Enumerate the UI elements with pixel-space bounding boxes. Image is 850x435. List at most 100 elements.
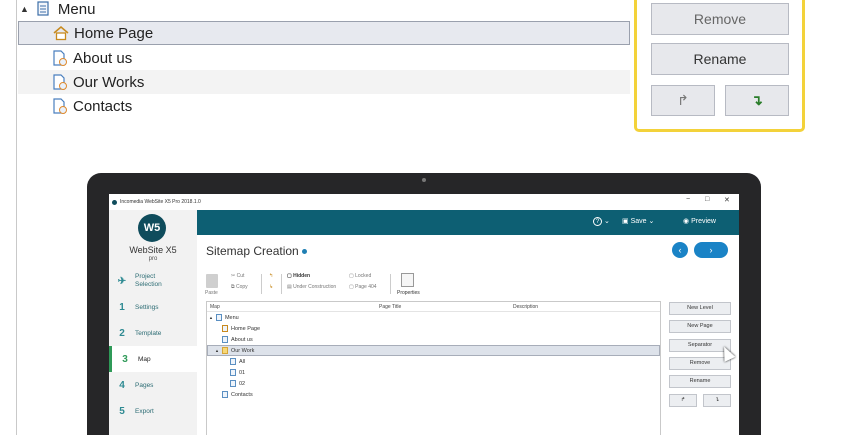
tree-label: All bbox=[239, 358, 246, 365]
tree-row-our-works[interactable]: Our Works bbox=[18, 70, 630, 94]
hidden-label: Hidden bbox=[293, 273, 311, 279]
screenshot-stage: ▲ Menu Home Page About us Our Works Cont… bbox=[0, 0, 850, 435]
tree-row-menu[interactable]: ▲ Menu bbox=[18, 0, 630, 21]
properties-button[interactable]: Properties bbox=[397, 290, 420, 296]
move-up-level-icon[interactable]: ↰ bbox=[269, 273, 273, 279]
tree-row-contacts[interactable]: Contacts bbox=[207, 389, 660, 400]
minimize-button[interactable]: − bbox=[686, 196, 690, 203]
move-up-button[interactable]: ↱ bbox=[669, 394, 697, 407]
tree-label: Menu bbox=[224, 314, 239, 321]
remove-button[interactable]: Remove bbox=[651, 3, 789, 35]
sidebar-item-label: Settings bbox=[135, 303, 159, 311]
map-toolbar: Paste ✂ Cut ⧉ Copy ↰ ↳ ▢ Hidden ▤ Under … bbox=[197, 270, 739, 300]
app-icon bbox=[112, 199, 117, 205]
sitemap-table: Map Page Title Description ▲ Menu Home Pa… bbox=[206, 301, 661, 435]
copy-button[interactable]: ⧉ Copy bbox=[231, 284, 248, 290]
page404-label: Page 404 bbox=[355, 284, 377, 290]
help-button[interactable]: ? ⌄ bbox=[593, 217, 610, 226]
close-button[interactable]: ✕ bbox=[724, 196, 730, 204]
new-level-button[interactable]: New Level bbox=[669, 302, 731, 315]
tree-label: 01 bbox=[239, 369, 246, 376]
tree-label-our-works: Our Works bbox=[73, 73, 145, 91]
page-globe-icon bbox=[52, 97, 68, 115]
move-down-button[interactable]: ↴ bbox=[703, 394, 731, 407]
hidden-button[interactable]: ▢ Hidden bbox=[287, 273, 310, 279]
toolbar-divider bbox=[390, 274, 391, 294]
page-globe-icon bbox=[52, 73, 68, 91]
sidebar-item-template[interactable]: 2 Template bbox=[109, 320, 197, 346]
tree-label: 02 bbox=[239, 380, 246, 387]
save-icon: ▣ bbox=[622, 218, 629, 225]
folder-icon bbox=[221, 347, 228, 354]
toolbar-divider bbox=[281, 274, 282, 294]
rename-button[interactable]: Rename bbox=[669, 375, 731, 388]
rocket-icon: ✈ bbox=[117, 275, 127, 287]
new-page-button[interactable]: New Page bbox=[669, 320, 731, 333]
sidebar-item-export[interactable]: 5 Export bbox=[109, 398, 197, 424]
save-button[interactable]: ▣ Save ⌄ bbox=[622, 217, 654, 225]
copy-label: Copy bbox=[235, 284, 248, 290]
help-icon: ? bbox=[593, 217, 602, 226]
laptop-frame: Incomedia WebSite X5 Pro 2018.1.0 − □ ✕ … bbox=[87, 173, 761, 435]
step-number: 1 bbox=[119, 301, 125, 313]
page404-button[interactable]: ▢ Page 404 bbox=[349, 284, 377, 290]
tree-row-menu[interactable]: ▲ Menu bbox=[207, 312, 660, 323]
sidebar-item-settings[interactable]: 1 Settings bbox=[109, 294, 197, 320]
table-header: Map Page Title Description bbox=[207, 302, 660, 312]
column-header-description: Description bbox=[513, 304, 539, 310]
tree-row-about-us[interactable]: About us bbox=[207, 334, 660, 345]
properties-icon bbox=[401, 273, 414, 287]
menu-folder-icon bbox=[37, 0, 53, 18]
back-button[interactable]: ‹ bbox=[672, 242, 688, 258]
camera-dot bbox=[422, 178, 426, 182]
sidebar-item-label: Map bbox=[138, 355, 151, 363]
page-globe-icon bbox=[222, 336, 228, 343]
logo: W5 bbox=[138, 214, 166, 242]
window-title: Incomedia WebSite X5 Pro 2018.1.0 bbox=[120, 199, 201, 205]
remove-button[interactable]: Remove bbox=[669, 357, 731, 370]
menu-folder-icon bbox=[215, 314, 222, 321]
sidebar-item-label: Export bbox=[135, 407, 154, 415]
column-header-page-title: Page Title bbox=[379, 304, 402, 310]
sidebar-item-pages[interactable]: 4 Pages bbox=[109, 372, 197, 398]
move-up-button[interactable]: ↱ bbox=[651, 85, 715, 116]
move-down-button[interactable]: ↴ bbox=[725, 85, 789, 116]
column-header-map: Map bbox=[210, 304, 220, 310]
maximize-button[interactable]: □ bbox=[705, 196, 709, 203]
forward-button[interactable]: › bbox=[694, 242, 728, 258]
page-title-text: Sitemap Creation bbox=[206, 244, 299, 258]
preview-button[interactable]: ◉ Preview bbox=[683, 217, 716, 225]
clipboard-icon bbox=[206, 274, 218, 288]
tree-label-about-us: About us bbox=[73, 49, 133, 67]
sidebar-item-label: Project Selection bbox=[135, 273, 162, 288]
tree-row-home-page[interactable]: Home Page bbox=[207, 323, 660, 334]
tree-row-our-work[interactable]: ▲ Our Work bbox=[207, 345, 660, 356]
toolbar-divider bbox=[261, 274, 262, 294]
rename-button[interactable]: Rename bbox=[651, 43, 789, 75]
cut-button[interactable]: ✂ Cut bbox=[231, 273, 244, 279]
step-number: 3 bbox=[122, 353, 128, 365]
under-construction-button[interactable]: ▤ Under Construction bbox=[287, 284, 336, 290]
info-icon[interactable] bbox=[301, 249, 307, 255]
page-globe-icon bbox=[222, 391, 228, 398]
tree-label-menu: Menu bbox=[57, 0, 96, 18]
sidebar: W5 WebSite X5 pro ✈ Project Selection 1 … bbox=[109, 210, 197, 435]
tree-row-about-us[interactable]: About us bbox=[18, 46, 630, 70]
tree-row-all[interactable]: All bbox=[207, 356, 660, 367]
main-content: Sitemap Creation ‹ › Paste ✂ Cut ⧉ Copy … bbox=[197, 235, 739, 435]
tree-row-home-page[interactable]: Home Page bbox=[18, 21, 630, 45]
paste-button[interactable]: Paste bbox=[205, 290, 218, 296]
move-down-level-icon[interactable]: ↳ bbox=[269, 284, 273, 290]
collapse-arrow-icon[interactable]: ▲ bbox=[20, 4, 29, 14]
brand-name: WebSite X5 bbox=[129, 245, 177, 255]
page-title: Sitemap Creation bbox=[206, 244, 307, 258]
locked-button[interactable]: ▢ Locked bbox=[349, 273, 371, 279]
tree-row-contacts[interactable]: Contacts bbox=[18, 94, 630, 118]
tree-row-02[interactable]: 02 bbox=[207, 378, 660, 389]
page-globe-icon bbox=[230, 369, 236, 376]
step-number: 4 bbox=[119, 379, 125, 391]
sidebar-item-map[interactable]: 3 Map bbox=[109, 346, 197, 372]
tree-row-01[interactable]: 01 bbox=[207, 367, 660, 378]
tree-label: Home Page bbox=[231, 325, 261, 332]
sidebar-item-project-selection[interactable]: ✈ Project Selection bbox=[109, 268, 197, 294]
